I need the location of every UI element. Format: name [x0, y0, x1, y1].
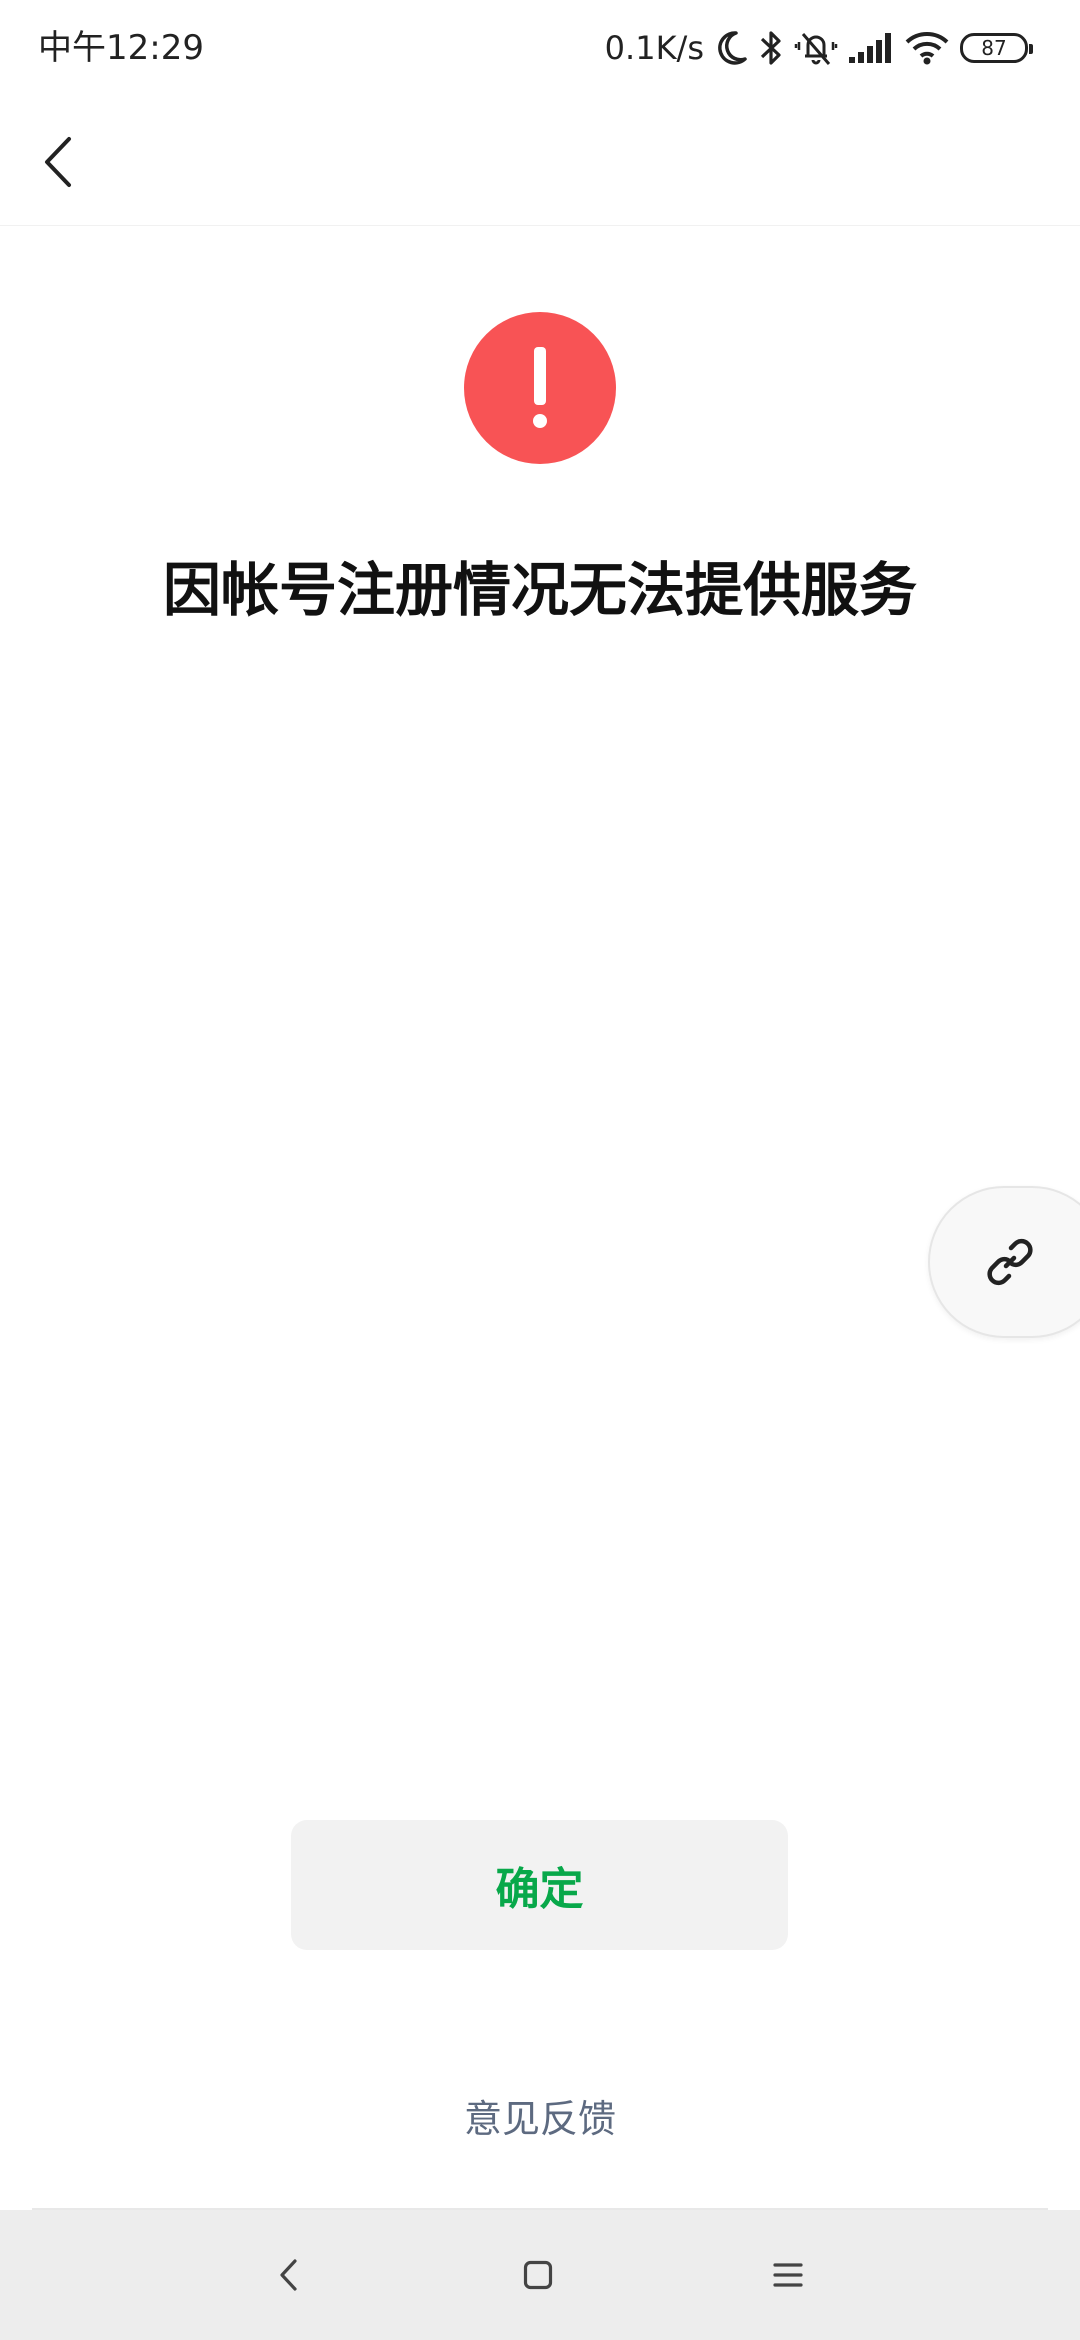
mute-bell-icon [794, 28, 838, 68]
chevron-left-icon [45, 137, 71, 187]
nav-back-button[interactable] [258, 2245, 318, 2305]
system-nav-bar [0, 2210, 1080, 2340]
net-speed: 0.1K/s [604, 29, 704, 67]
exclamation-icon [533, 347, 547, 428]
nav-menu-button[interactable] [758, 2245, 818, 2305]
page-title: 因帐号注册情况无法提供服务 [162, 556, 917, 624]
nav-home-button[interactable] [508, 2245, 568, 2305]
feedback-link[interactable]: 意见反馈 [340, 2092, 740, 2146]
signal-icon [848, 31, 894, 65]
floating-link-button[interactable] [928, 1186, 1080, 1338]
battery-icon: 87 [960, 33, 1033, 63]
status-time: 中午12:29 [38, 28, 204, 68]
alert-circle [464, 312, 616, 464]
header-bar [0, 96, 1080, 226]
confirm-button[interactable]: 确定 [291, 1820, 788, 1950]
nav-home-icon [523, 2260, 553, 2290]
link-icon [987, 1238, 1033, 1286]
nav-menu-icon [773, 2263, 803, 2287]
wifi-icon [904, 30, 950, 66]
back-button[interactable] [28, 132, 88, 192]
moon-icon [714, 29, 748, 67]
status-bar: 中午12:29 0.1K/s 87 [0, 0, 1080, 96]
nav-back-icon [280, 2259, 297, 2291]
bluetooth-icon [758, 28, 784, 68]
status-icons: 0.1K/s 87 [604, 22, 1033, 74]
battery-level: 87 [981, 36, 1007, 60]
